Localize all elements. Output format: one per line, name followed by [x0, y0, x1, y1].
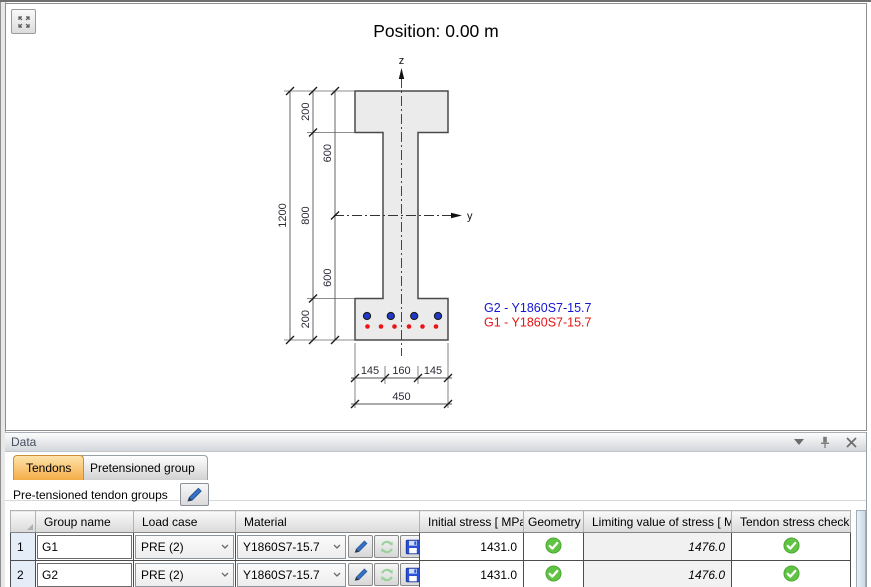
- data-panel-titlebar: Data: [5, 432, 866, 452]
- panel-menu-icon[interactable]: [792, 435, 806, 449]
- z-axis-label: z: [399, 55, 405, 67]
- chevron-down-icon: [333, 544, 341, 549]
- dim-160: 160: [392, 365, 410, 377]
- chevron-down-icon: [221, 544, 229, 549]
- dim-200-bottom: 200: [300, 310, 312, 328]
- pretensioned-groups-label: Pre-tensioned tendon groups: [13, 488, 168, 502]
- header-geometry: Geometry: [524, 511, 584, 533]
- tendon-label-g2: G2 - Y1860S7-15.7: [484, 301, 592, 315]
- header-material: Material: [236, 511, 420, 533]
- y-axis-label: y: [467, 211, 473, 223]
- group-name-input[interactable]: G1: [37, 535, 132, 559]
- extension-lines: [284, 91, 448, 408]
- check-ok-icon: [545, 537, 562, 554]
- header-stress-check: Tendon stress check: [732, 511, 851, 533]
- stress-check-status: [732, 561, 851, 587]
- dimension-ticks: [286, 87, 452, 408]
- check-ok-icon: [783, 537, 800, 554]
- table-row: 1 G1 PRE (2) Y1860S7-15.7: [11, 533, 851, 561]
- header-load-case: Load case: [134, 511, 236, 533]
- geometry-status: [524, 561, 584, 587]
- material-select[interactable]: Y1860S7-15.7: [237, 535, 346, 559]
- dimension-lines-left: [290, 91, 452, 404]
- header-row-selector[interactable]: [11, 511, 36, 533]
- material-value: Y1860S7-15.7: [243, 568, 320, 582]
- pin-icon[interactable]: [818, 435, 832, 449]
- geometry-status: [524, 533, 584, 561]
- limiting-stress-value: 1476.0: [584, 561, 732, 587]
- check-ok-icon: [783, 565, 800, 582]
- load-case-select[interactable]: PRE (2): [135, 563, 234, 587]
- dim-145-left: 145: [361, 365, 379, 377]
- header-group-name: Group name: [36, 511, 134, 533]
- dim-600-top: 600: [322, 144, 334, 162]
- cross-section-canvas: z y: [6, 4, 866, 428]
- header-limiting-stress: Limiting value of stress [ M: [584, 511, 732, 533]
- row-number[interactable]: 1: [11, 533, 36, 561]
- dim-450: 450: [392, 391, 410, 403]
- tendon-label-g1: G1 - Y1860S7-15.7: [484, 316, 592, 330]
- check-ok-icon: [545, 565, 562, 582]
- stress-check-status: [732, 533, 851, 561]
- header-initial-stress: Initial stress [ MPa: [420, 511, 524, 533]
- table-header-row: Group name Load case Material Initial st…: [11, 511, 851, 533]
- load-case-value: PRE (2): [141, 540, 184, 554]
- reload-material-button[interactable]: [374, 563, 399, 586]
- dim-1200: 1200: [277, 203, 289, 227]
- material-value: Y1860S7-15.7: [243, 540, 320, 554]
- reload-material-button[interactable]: [374, 535, 399, 558]
- material-select[interactable]: Y1860S7-15.7: [237, 563, 346, 587]
- initial-stress-value: 1431.0: [420, 533, 524, 561]
- dim-145-right: 145: [424, 365, 442, 377]
- pencil-icon: [352, 567, 369, 583]
- save-icon: [405, 567, 420, 583]
- save-material-button[interactable]: [400, 563, 420, 586]
- data-panel: Data: [5, 432, 867, 587]
- table-row: 2 G2 PRE (2) Y1860S7-15.7: [11, 561, 851, 587]
- save-material-button[interactable]: [400, 535, 420, 558]
- refresh-icon: [379, 567, 395, 583]
- tendon-groups-table: Group name Load case Material Initial st…: [10, 510, 851, 587]
- initial-stress-value: 1431.0: [420, 561, 524, 587]
- group-name-input[interactable]: G2: [37, 563, 132, 587]
- pencil-icon: [352, 539, 369, 555]
- tab-pretensioned-group[interactable]: Pretensioned group: [77, 455, 208, 480]
- dim-200-top: 200: [300, 103, 312, 121]
- drawing-panel: Position: 0.00 m z y: [5, 3, 867, 431]
- edit-groups-button[interactable]: [180, 483, 209, 506]
- save-icon: [405, 539, 420, 555]
- refresh-icon: [379, 539, 395, 555]
- dim-800: 800: [300, 206, 312, 224]
- row-number[interactable]: 2: [11, 561, 36, 587]
- close-icon[interactable]: [844, 435, 858, 449]
- application-window: Position: 0.00 m z y: [0, 0, 871, 587]
- pencil-icon: [185, 486, 205, 504]
- dim-600-bottom: 600: [322, 269, 334, 287]
- data-panel-title: Data: [11, 435, 36, 449]
- edit-material-button[interactable]: [348, 563, 373, 586]
- z-axis-arrow: [399, 68, 404, 79]
- y-axis-arrow: [451, 213, 462, 218]
- chevron-down-icon: [333, 572, 341, 577]
- load-case-select[interactable]: PRE (2): [135, 535, 234, 559]
- chevron-down-icon: [221, 572, 229, 577]
- tab-tendons[interactable]: Tendons: [13, 455, 84, 480]
- load-case-value: PRE (2): [141, 568, 184, 582]
- edit-material-button[interactable]: [348, 535, 373, 558]
- data-tabstrip: Pretensioned group Tendons: [5, 453, 866, 480]
- table-scrollbar[interactable]: [856, 510, 866, 587]
- limiting-stress-value: 1476.0: [584, 533, 732, 561]
